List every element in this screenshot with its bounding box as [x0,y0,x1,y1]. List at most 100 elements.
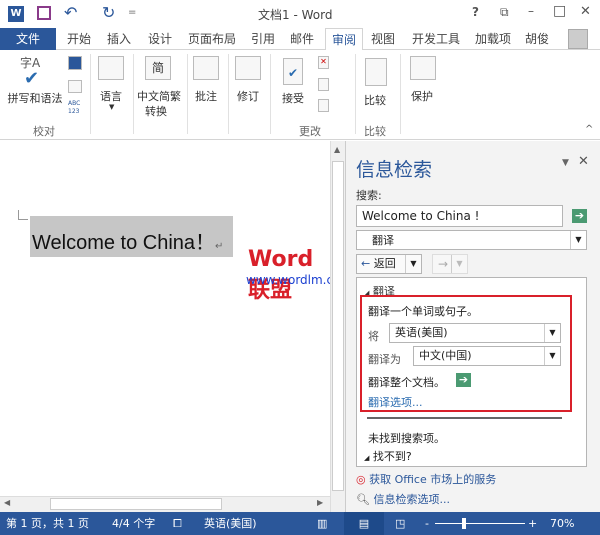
minimize-button[interactable]: – [528,4,534,18]
market-link[interactable]: ◎ 获取 Office 市场上的服务 [356,471,496,487]
document-text[interactable]: Welcome to China！↵ [30,216,233,257]
user-account-menu[interactable]: 胡俊 [525,28,549,50]
language-button[interactable]: 语言 [100,88,122,104]
next-change-icon[interactable] [318,99,329,112]
from-language-select[interactable]: 英语(美国) ▼ [389,323,561,343]
back-button[interactable]: ← 返回 ▼ [356,254,422,274]
tab-design[interactable]: 设计 [148,28,172,50]
zoom-slider[interactable] [435,518,525,529]
proofing-icon[interactable]: ⧠ [173,512,182,535]
ribbon-display-button[interactable]: ⧉ [500,5,509,20]
zoom-level[interactable]: 70% [550,512,574,535]
compare-icon[interactable] [365,58,387,86]
tab-home[interactable]: 开始 [67,28,91,50]
comment-button[interactable]: 批注 [195,88,217,104]
ribbon-review: 字A ✔ 拼写和语法 ABC 123 校对 语言 ▼ 简 中文简繁 转换 批注 … [0,50,600,140]
avatar[interactable] [568,29,588,49]
undo-button[interactable]: ↶ [64,3,77,22]
chevron-down-icon: ▼ [570,231,586,249]
zoom-slider-thumb[interactable] [462,518,466,529]
scroll-up-icon[interactable]: ▲ [334,145,340,154]
globe-icon: ◎ [356,473,366,486]
scroll-thumb[interactable] [332,161,344,491]
pane-options-icon[interactable]: ▼ [562,158,569,168]
service-select[interactable]: 翻译 ▼ [356,230,587,250]
reject-icon[interactable]: ✕ [318,56,329,69]
to-language-select[interactable]: 中文(中国) ▼ [413,346,561,366]
translation-options-link[interactable]: 翻译选项... [368,394,423,410]
search-input[interactable]: Welcome to China ! [356,205,563,227]
forward-button[interactable]: → ▼ [432,254,468,274]
word-count[interactable]: 4/4 个字 [112,512,155,535]
tab-insert[interactable]: 插入 [107,28,131,50]
back-label: 返回 [373,257,396,270]
thesaurus-icon[interactable] [68,80,82,93]
status-bar: 第 1 页，共 1 页 4/4 个字 ⧠ 英语(美国) ▥ ▤ ◳ - + 70… [0,512,600,535]
close-button[interactable]: ✕ [580,4,591,19]
to-label: 翻译为 [368,353,401,366]
tab-developer[interactable]: 开发工具 [412,28,460,50]
divider [367,417,562,419]
tab-mailings[interactable]: 邮件 [290,28,314,50]
print-layout-button[interactable]: ▤ [344,512,384,535]
selected-text: Welcome to China！ [32,232,216,254]
spelling-label: 拼写和语法 [7,92,63,105]
redo-button[interactable]: ↻ [102,3,115,22]
language-status[interactable]: 英语(美国) [204,512,257,535]
zoom-in-button[interactable]: + [528,512,537,535]
chinese-convert-icon[interactable]: 简 [145,56,171,80]
scroll-left-icon[interactable]: ◀ [4,498,10,507]
back-arrow-icon: ← [361,257,371,270]
zoom-out-button[interactable]: - [425,512,429,535]
web-layout-button[interactable]: ◳ [395,512,405,535]
track-changes-button[interactable]: 修订 [237,88,259,104]
comment-icon[interactable] [193,56,219,80]
compare-button[interactable]: 比较 [364,92,386,108]
cant-find-section[interactable]: ◢ 找不到? [364,448,412,464]
collapse-triangle-icon: ◢ [364,454,370,462]
checkmark-icon: ✔ [24,68,40,89]
chevron-down-icon: ▼ [405,255,421,273]
document-area[interactable]: Welcome to China！↵ Word联盟 www.wordlm.com [0,141,352,496]
tab-layout[interactable]: 页面布局 [188,28,236,50]
previous-change-icon[interactable] [318,78,329,91]
horizontal-scrollbar[interactable]: ◀ ▶ [0,496,330,512]
margin-corner [18,210,28,220]
chevron-down-icon: ▼ [544,347,560,365]
chevron-down-icon: ▼ [451,255,467,273]
group-proofing-label: 校对 [33,125,55,138]
to-language-value: 中文(中国) [419,349,472,362]
save-icon[interactable] [37,6,51,20]
spelling-grammar-button[interactable]: 字A ✔ 拼写和语法 [4,54,63,108]
language-icon[interactable] [98,56,124,80]
protect-icon[interactable] [410,56,436,80]
track-changes-icon[interactable] [235,56,261,80]
ribbon-tabs: 文件 开始 插入 设计 页面布局 引用 邮件 审阅 视图 开发工具 加载项 胡俊 [0,28,600,51]
research-icon[interactable] [68,56,82,70]
chinese-convert-button[interactable]: 中文简繁 [137,88,181,104]
tab-review[interactable]: 审阅 [325,28,363,51]
scroll-right-icon[interactable]: ▶ [317,498,323,507]
page-count[interactable]: 第 1 页，共 1 页 [6,512,89,535]
help-button[interactable]: ? [472,5,479,19]
tab-references[interactable]: 引用 [251,28,275,50]
vertical-scrollbar[interactable]: ▲ [330,141,345,512]
collapse-ribbon-button[interactable]: ^ [585,124,593,135]
tab-file[interactable]: 文件 [0,28,56,50]
tab-view[interactable]: 视图 [371,28,395,50]
research-options-link[interactable]: 🔍︎ 信息检索选项... [356,491,450,507]
read-mode-button[interactable]: ▥ [317,512,327,535]
start-search-button[interactable]: ➔ [572,209,587,223]
translate-document-button[interactable]: ➔ [456,373,471,387]
h-scroll-thumb[interactable] [50,498,222,510]
accept-icon[interactable]: ✔ [283,58,303,85]
tab-addins[interactable]: 加载项 [475,28,511,50]
qat-customize-button[interactable]: = [128,7,136,18]
group-compare-label: 比较 [364,125,386,138]
word-count-icon[interactable]: ABC 123 [68,100,84,116]
accept-button[interactable]: 接受 [282,90,304,106]
protect-button[interactable]: 保护 [411,88,433,104]
paragraph-mark: ↵ [215,241,224,252]
pane-close-button[interactable]: ✕ [578,154,589,169]
maximize-button[interactable]: □ [553,3,566,19]
